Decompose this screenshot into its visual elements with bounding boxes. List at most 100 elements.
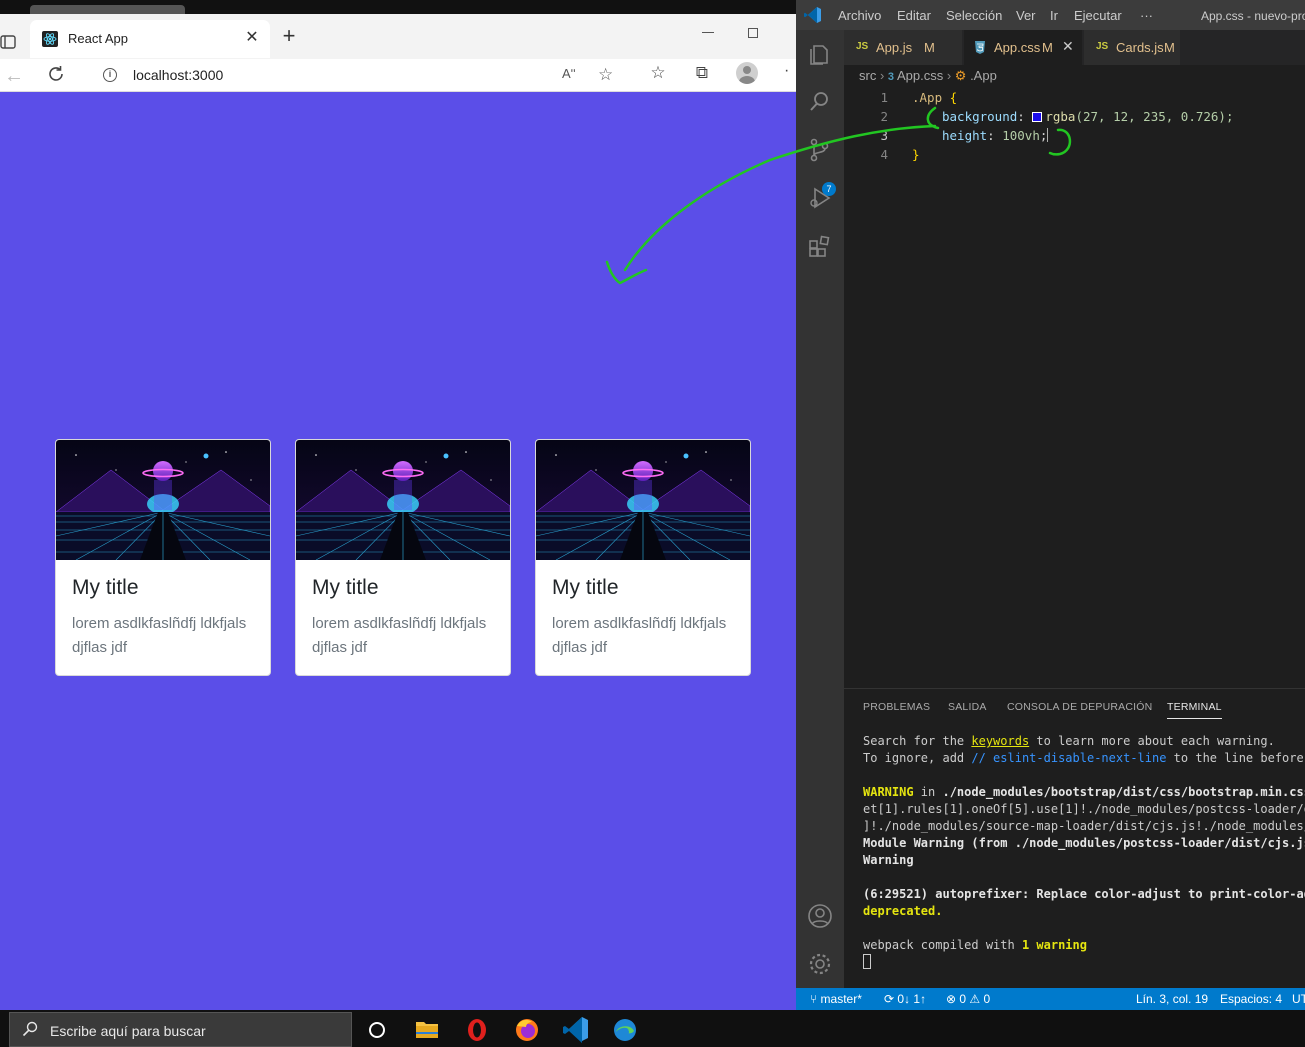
add-favorite-icon[interactable]: ☆ bbox=[598, 65, 613, 85]
terminal-line: Warning bbox=[863, 853, 914, 867]
branch-status[interactable]: ⑂ master* bbox=[810, 992, 862, 1006]
panel-tab-consola[interactable]: CONSOLA DE DEPURACIÓN bbox=[1007, 701, 1152, 713]
menu-ir[interactable]: Ir bbox=[1050, 8, 1058, 23]
line-number: 3 bbox=[880, 128, 888, 143]
terminal-output[interactable]: Search for the keywords to learn more ab… bbox=[863, 733, 1305, 971]
line-number: 1 bbox=[880, 90, 888, 105]
tab-actions-icon[interactable] bbox=[0, 32, 18, 52]
tab-label: App.css bbox=[994, 40, 1041, 55]
address-bar-row: ← i localhost:3000 Aʹʹ ☆ bbox=[0, 59, 796, 92]
task-view-icon[interactable] bbox=[362, 1014, 392, 1044]
react-logo-icon bbox=[42, 31, 58, 47]
menu-editar[interactable]: Editar bbox=[897, 8, 931, 23]
css-property: background bbox=[942, 109, 1018, 124]
reload-icon[interactable] bbox=[46, 63, 66, 85]
close-tab-icon[interactable]: ✕ bbox=[1062, 38, 1074, 55]
profile-avatar[interactable] bbox=[736, 62, 758, 84]
code-line: } bbox=[912, 147, 920, 162]
read-aloud-icon[interactable]: Aʹʹ bbox=[562, 66, 576, 81]
terminal-link[interactable]: keywords bbox=[971, 734, 1029, 748]
file-explorer-icon[interactable] bbox=[412, 1014, 442, 1044]
search-icon bbox=[22, 1021, 38, 1037]
terminal-line: ]!./node_modules/source-map-loader/dist/… bbox=[863, 819, 1305, 833]
search-placeholder: Escribe aquí para buscar bbox=[50, 1023, 206, 1039]
tab-app-css[interactable]: App.css M ✕ bbox=[964, 30, 1082, 65]
panel-tab-problemas[interactable]: PROBLEMAS bbox=[863, 701, 930, 713]
js-file-icon: JS bbox=[856, 41, 869, 52]
card-image bbox=[536, 440, 750, 560]
source-control-icon[interactable] bbox=[806, 136, 834, 164]
card-title: My title bbox=[72, 576, 139, 599]
back-arrow-icon[interactable]: ← bbox=[4, 65, 24, 88]
sync-status[interactable]: ⟳ 0↓ 1↑ bbox=[884, 992, 926, 1006]
site-info-icon[interactable]: i bbox=[103, 68, 117, 82]
breadcrumb-file[interactable]: App.css bbox=[897, 68, 943, 83]
tab-cards-js[interactable]: JS Cards.js M bbox=[1084, 30, 1180, 65]
opera-icon[interactable] bbox=[462, 1014, 492, 1044]
menu-archivo[interactable]: Archivo bbox=[838, 8, 881, 23]
search-icon[interactable] bbox=[806, 88, 834, 116]
menu-ver[interactable]: Ver bbox=[1016, 8, 1036, 23]
panel-tab-salida[interactable]: SALIDA bbox=[948, 701, 987, 713]
card: My title lorem asdlkfaslñdfj ldkfjals dj… bbox=[55, 439, 271, 676]
indentation-status[interactable]: Espacios: 4 bbox=[1220, 992, 1282, 1006]
explorer-icon[interactable] bbox=[806, 40, 834, 68]
activity-bar: 7 bbox=[796, 30, 844, 988]
js-file-icon: JS bbox=[1096, 41, 1109, 52]
card-title: My title bbox=[312, 576, 379, 599]
symbol-class-icon: ⚙ bbox=[954, 68, 967, 83]
menu-seleccion[interactable]: Selección bbox=[946, 8, 1002, 23]
cursor-position[interactable]: Lín. 3, col. 19 bbox=[1136, 992, 1208, 1006]
bottom-panel: PROBLEMAS SALIDA CONSOLA DE DEPURACIÓN T… bbox=[844, 688, 1305, 988]
more-options-icon[interactable]: · bbox=[784, 62, 789, 80]
terminal-cursor bbox=[863, 954, 871, 969]
collections-icon[interactable]: ⧉ bbox=[692, 63, 712, 83]
new-tab-icon[interactable]: + bbox=[278, 23, 300, 49]
window-title: App.css - nuevo-pro bbox=[1201, 9, 1305, 23]
encoding-status[interactable]: UT bbox=[1292, 992, 1305, 1006]
card: My title lorem asdlkfaslñdfj ldkfjals dj… bbox=[295, 439, 511, 676]
url-text[interactable]: localhost:3000 bbox=[133, 67, 223, 83]
terminal-line: To ignore, add // eslint-disable-next-li… bbox=[863, 751, 1305, 765]
run-debug-icon[interactable] bbox=[806, 184, 834, 212]
vscode-taskbar-icon[interactable] bbox=[561, 1014, 591, 1044]
settings-gear-icon[interactable] bbox=[806, 950, 834, 978]
maximize-icon[interactable] bbox=[748, 28, 758, 38]
menu-ejecutar[interactable]: Ejecutar bbox=[1074, 8, 1122, 23]
terminal-line: Search for the keywords to learn more ab… bbox=[863, 734, 1275, 748]
url-field[interactable]: i localhost:3000 Aʹʹ ☆ bbox=[84, 61, 629, 89]
css-selector: .App bbox=[912, 90, 943, 105]
tab-app-js[interactable]: JS App.js M bbox=[844, 30, 962, 65]
css-file-icon: 3 bbox=[887, 71, 895, 83]
close-tab-icon[interactable]: ✕ bbox=[242, 28, 262, 48]
css-property: height bbox=[942, 128, 988, 143]
css-value: 100vh bbox=[1002, 128, 1040, 143]
firefox-icon[interactable] bbox=[512, 1014, 542, 1044]
color-swatch-icon[interactable] bbox=[1032, 112, 1043, 122]
problems-status[interactable]: ⊗ 0 ⚠ 0 bbox=[946, 992, 990, 1006]
code-editor[interactable]: 1 2 3 4 .App { background: rgba(27, 12, … bbox=[844, 86, 1305, 686]
line-number: 2 bbox=[880, 109, 888, 124]
card-image bbox=[56, 440, 270, 560]
minimize-icon[interactable] bbox=[702, 25, 716, 39]
breadcrumb-folder[interactable]: src bbox=[859, 68, 876, 83]
edge-icon[interactable] bbox=[610, 1014, 640, 1044]
editor-tabs: JS App.js M App.css M ✕ JS Cards.js M bbox=[844, 30, 1305, 65]
browser-tab[interactable]: React App ✕ bbox=[30, 20, 270, 58]
css-file-icon bbox=[975, 41, 985, 54]
terminal-line: WARNING in ./node_modules/bootstrap/dist… bbox=[863, 785, 1305, 799]
extensions-icon[interactable] bbox=[806, 232, 834, 260]
line-number: 4 bbox=[880, 147, 888, 162]
card-title: My title bbox=[552, 576, 619, 599]
favorites-icon[interactable]: ☆ bbox=[648, 63, 668, 83]
breadcrumb-symbol[interactable]: .App bbox=[970, 68, 997, 83]
react-app-page: My title lorem asdlkfaslñdfj ldkfjals dj… bbox=[0, 92, 796, 1010]
css-args: (27, 12, 235, 0.726); bbox=[1075, 109, 1234, 124]
modified-badge: M bbox=[1042, 40, 1053, 55]
menu-more[interactable]: ··· bbox=[1140, 8, 1153, 23]
card-image bbox=[296, 440, 510, 560]
taskbar-search[interactable]: Escribe aquí para buscar bbox=[9, 1012, 352, 1047]
panel-tab-terminal[interactable]: TERMINAL bbox=[1167, 701, 1222, 719]
account-icon[interactable] bbox=[806, 902, 834, 930]
card-text: lorem asdlkfaslñdfj ldkfjals djflas jdf bbox=[72, 615, 247, 656]
